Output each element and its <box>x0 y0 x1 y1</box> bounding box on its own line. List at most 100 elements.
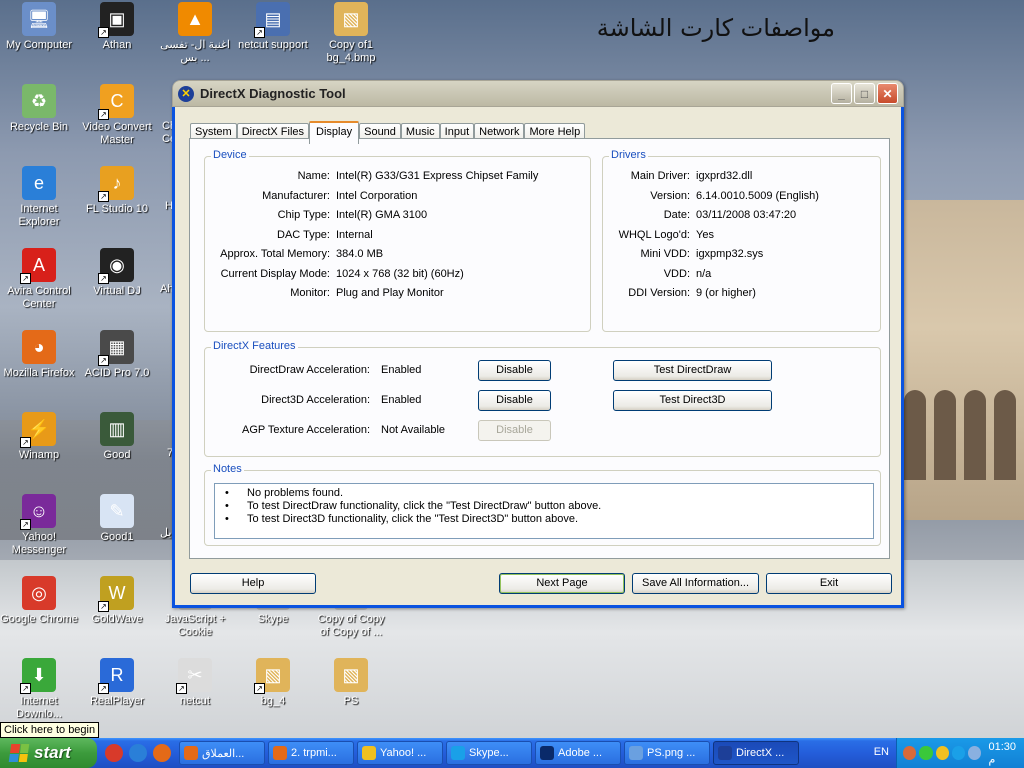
feature-status: Enabled <box>381 364 422 376</box>
desktop-icon[interactable]: 🖥 My Computer <box>0 2 78 52</box>
tray-network-icon[interactable] <box>968 746 982 760</box>
desktop-icon-label: Avira Control Center <box>7 285 71 310</box>
shortcut-arrow-icon: ↗ <box>254 27 265 38</box>
yahoo-messenger-icon: ☺ ↗ <box>20 494 56 530</box>
disable-feature-button[interactable]: Disable <box>478 360 551 381</box>
ie-quicklaunch-icon[interactable] <box>129 744 147 762</box>
next-page-button[interactable]: Next Page <box>499 573 625 594</box>
taskbar-button-label: DirectX ... <box>736 747 785 759</box>
directx-icon <box>718 746 732 760</box>
test-directdraw-button[interactable]: Test DirectDraw <box>613 360 772 381</box>
goldwave-icon: W ↗ <box>98 576 134 612</box>
desktop-icon-label: PS <box>343 695 359 707</box>
desktop-icon[interactable]: ♻ Recycle Bin <box>0 84 78 134</box>
tab-display[interactable]: Display <box>309 121 360 144</box>
help-button[interactable]: Help <box>190 573 316 594</box>
taskbar-button[interactable]: Adobe ... <box>535 741 621 765</box>
taskbar-button[interactable]: 2. trpmi... <box>268 741 354 765</box>
driver-property-value: 03/11/2008 03:47:20 <box>696 209 797 221</box>
features-legend: DirectX Features <box>211 340 298 352</box>
desktop-icon[interactable]: ▣ ↗ Athan <box>78 2 156 52</box>
tray-yahoo-icon[interactable] <box>935 746 949 760</box>
idm-icon: ⬇ ↗ <box>20 658 56 694</box>
driver-property-value: Yes <box>696 228 714 241</box>
desktop-icon[interactable]: ⬇ ↗ Internet Downlo... <box>0 658 78 721</box>
desktop-icon[interactable]: ◉ ↗ Virtual DJ <box>78 248 156 298</box>
desktop-icon[interactable]: ▥ Good <box>78 412 156 462</box>
taskbar-button[interactable]: PS.png ... <box>624 741 710 765</box>
display-tab-panel: Device Name: Intel(R) G33/G31 Express Chi… <box>189 138 890 559</box>
taskbar-button-label: Adobe ... <box>558 747 603 759</box>
device-property-value: Internal <box>336 228 373 241</box>
minimize-button[interactable]: _ <box>831 83 852 104</box>
internet-explorer-icon: e <box>22 166 56 200</box>
test-direct3d-button[interactable]: Test Direct3D <box>613 390 772 411</box>
taskbar-button[interactable]: العملاق... <box>179 741 265 765</box>
desktop-icon[interactable]: ✂ ↗ netcut <box>156 658 234 708</box>
save-all-information-button[interactable]: Save All Information... <box>632 573 759 594</box>
desktop-icon[interactable]: C ↗ Video Convert Master <box>78 84 156 147</box>
taskbar-button[interactable]: DirectX ... <box>713 741 799 765</box>
desktop-icon[interactable]: ◕ Mozilla Firefox <box>0 330 78 380</box>
maximize-button[interactable]: □ <box>854 83 875 104</box>
taskbar-button[interactable]: Yahoo! ... <box>357 741 443 765</box>
firefox-icon: ◕ <box>22 330 56 364</box>
disable-feature-button[interactable]: Disable <box>478 390 551 411</box>
desktop-icon[interactable]: ♪ ↗ FL Studio 10 <box>78 166 156 216</box>
desktop-icon-label: FL Studio 10 <box>86 203 148 215</box>
image-icon: ▧ <box>334 2 368 36</box>
shortcut-arrow-icon: ↗ <box>20 683 31 694</box>
desktop-icon[interactable]: ▧ PS <box>312 658 390 708</box>
exit-button[interactable]: Exit <box>766 573 892 594</box>
system-tray: 01:30 م <box>896 738 1024 768</box>
language-indicator[interactable]: EN <box>874 746 889 758</box>
tray-status-icon[interactable] <box>919 746 933 760</box>
firefox-quicklaunch-icon[interactable] <box>153 744 171 762</box>
desktop-icon[interactable]: A ↗ Avira Control Center <box>0 248 78 311</box>
feature-label: Direct3D Acceleration: <box>261 394 370 406</box>
desktop-icon[interactable]: ▧ Copy of1 bg_4.bmp <box>312 2 390 65</box>
driver-property-label: DDI Version: <box>628 287 690 299</box>
device-property-value: 384.0 MB <box>336 248 384 260</box>
desktop-icon[interactable]: ✎ Good1 <box>78 494 156 544</box>
tray-arrow-icon[interactable] <box>903 746 917 760</box>
desktop-icon-label: GoldWave <box>91 613 143 625</box>
document-icon: ▤ ↗ <box>254 2 290 38</box>
desktop-icon-label: Internet Downlo... <box>16 695 62 720</box>
device-property-label: Approx. Total Memory: <box>220 248 330 260</box>
desktop-icon[interactable]: R ↗ RealPlayer <box>78 658 156 708</box>
desktop-icon[interactable]: ☺ ↗ Yahoo! Messenger <box>0 494 78 557</box>
desktop-icon-label: Virtual DJ <box>93 285 141 297</box>
notes-textbox[interactable]: No problems found.To test DirectDraw fun… <box>214 483 874 539</box>
start-button[interactable]: start <box>0 738 97 768</box>
desktop-icon[interactable]: ▲ اغنية ال- تفسى بس ... <box>156 2 234 65</box>
quick-launch <box>97 744 179 762</box>
desktop-icon-label: Skype <box>257 613 289 625</box>
avira-icon: A ↗ <box>20 248 56 284</box>
desktop-icon-label: netcut support <box>238 39 308 51</box>
desktop-icon[interactable]: ◎ Google Chrome <box>0 576 78 626</box>
virtual-dj-icon: ◉ ↗ <box>98 248 134 284</box>
clock[interactable]: 01:30 م <box>988 741 1024 766</box>
vlc-icon: ▲ <box>178 2 212 36</box>
desktop-icon[interactable]: ▦ ↗ ACID Pro 7.0 <box>78 330 156 380</box>
close-button[interactable]: ✕ <box>877 83 898 104</box>
shortcut-arrow-icon: ↗ <box>98 109 109 120</box>
tray-skype-icon[interactable] <box>951 746 966 760</box>
window-titlebar[interactable]: ✕ DirectX Diagnostic Tool _ □ ✕ <box>172 80 904 107</box>
start-tooltip: Click here to begin <box>0 722 100 738</box>
desktop-icon[interactable]: W ↗ GoldWave <box>78 576 156 626</box>
device-property-label: Name: <box>297 170 330 182</box>
recycle-bin-icon: ♻ <box>22 84 56 118</box>
desktop-icon[interactable]: ▤ ↗ netcut support <box>234 2 312 52</box>
feature-label: AGP Texture Acceleration: <box>242 424 370 436</box>
desktop-icon[interactable]: ⚡ ↗ Winamp <box>0 412 78 462</box>
arabic-overlay-title: مواصفات كارت الشاشة <box>596 14 835 42</box>
taskbar-button[interactable]: Skype... <box>446 741 532 765</box>
directx-features-group: DirectX Features DirectDraw Acceleration… <box>204 340 881 457</box>
desktop-icon[interactable]: e Internet Explorer <box>0 166 78 229</box>
chrome-quicklaunch-icon[interactable] <box>105 744 123 762</box>
winamp-icon: ⚡ ↗ <box>20 412 56 448</box>
shortcut-arrow-icon: ↗ <box>98 27 109 38</box>
desktop-icon[interactable]: ▧ ↗ bg_4 <box>234 658 312 708</box>
